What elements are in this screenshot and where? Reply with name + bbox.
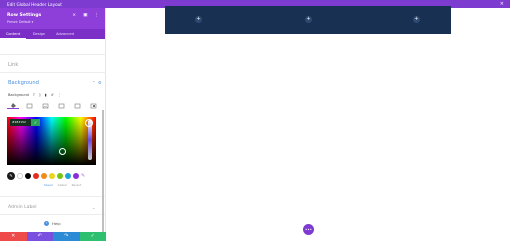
divider: [0, 72, 106, 73]
pattern-tab[interactable]: [71, 102, 83, 109]
help-icon[interactable]: ?: [33, 93, 35, 97]
panel-scrollbar[interactable]: [102, 110, 104, 234]
close-icon[interactable]: ×: [500, 1, 504, 7]
add-module-button[interactable]: +: [413, 16, 420, 23]
builder-menu-button[interactable]: •••: [303, 224, 314, 235]
opacity-handle[interactable]: [85, 119, 93, 127]
undo-button[interactable]: ↶: [26, 232, 53, 241]
gradient-tab[interactable]: [23, 102, 35, 109]
mask-tab[interactable]: [87, 102, 99, 109]
help-icon: ?: [44, 221, 49, 226]
tab-bar: Content Design Advanced: [0, 29, 105, 39]
more-options-icon[interactable]: ⋮: [94, 13, 99, 18]
chevron-down-icon[interactable]: ⌄: [92, 205, 95, 210]
tab-content[interactable]: Content: [0, 29, 26, 39]
add-module-button[interactable]: +: [195, 16, 202, 23]
header-row-canvas[interactable]: + + +: [165, 6, 451, 34]
swatch-green[interactable]: [57, 172, 63, 179]
panel-title: Row Settings: [7, 13, 42, 18]
gradient-icon: [26, 103, 32, 108]
background-section-label[interactable]: Background: [8, 80, 39, 86]
filter-saved[interactable]: Saved: [44, 183, 53, 187]
panel-header-icons: × ▣ ⋮: [72, 13, 99, 18]
settings-icon[interactable]: ⚙: [98, 80, 102, 85]
filter-recent[interactable]: Recent: [72, 183, 82, 187]
pencil-icon[interactable]: ✎: [81, 173, 85, 179]
color-picker[interactable]: #183152 ✓: [7, 117, 96, 165]
background-control-row: Background ? ▯ ▮ ↺ ⋮: [8, 93, 61, 97]
confirm-color-button[interactable]: ✓: [31, 119, 40, 126]
video-tab[interactable]: [55, 102, 67, 109]
mask-icon: [90, 103, 96, 108]
admin-label-section[interactable]: Admin Label: [8, 205, 37, 210]
save-button[interactable]: ✓: [79, 232, 106, 241]
panel-header: Row Settings Preset: Default ▾ × ▣ ⋮: [0, 8, 105, 29]
background-label: Background: [8, 93, 29, 97]
background-type-tabs: [7, 102, 99, 110]
expand-icon[interactable]: ▣: [83, 13, 87, 18]
color-tab[interactable]: [7, 102, 19, 109]
video-icon: [58, 103, 64, 108]
more-icon[interactable]: ⋮: [58, 93, 62, 97]
eyedropper-icon[interactable]: ✎: [7, 171, 15, 180]
chevron-up-icon[interactable]: ⌃: [92, 80, 95, 85]
discard-button[interactable]: ✕: [0, 232, 27, 241]
swatch-yellow[interactable]: [49, 172, 55, 179]
window-title: Edit Global Header Layout: [7, 1, 62, 7]
preset-selector[interactable]: Preset: Default ▾: [7, 20, 33, 24]
pattern-icon: [74, 103, 80, 108]
close-panel-icon[interactable]: ×: [72, 13, 76, 18]
tab-design[interactable]: Design: [26, 29, 52, 39]
panel-footer: ✕ ↶ ↷ ✓: [0, 232, 106, 241]
divider: [0, 196, 106, 197]
redo-button[interactable]: ↷: [53, 232, 80, 241]
swatch-orange[interactable]: [41, 172, 47, 179]
settings-panel: Row Settings Preset: Default ▾ × ▣ ⋮ Con…: [0, 8, 106, 234]
image-tab[interactable]: [39, 102, 51, 109]
help-label: Help: [52, 221, 61, 226]
desktop-icon[interactable]: ▯: [39, 93, 41, 97]
hover-icon[interactable]: ▮: [45, 93, 47, 97]
divider: [0, 214, 106, 215]
add-module-button[interactable]: +: [305, 16, 312, 23]
swatch-filters: Saved Global Recent: [44, 183, 81, 187]
tab-advanced[interactable]: Advanced: [52, 29, 78, 39]
filter-global[interactable]: Global: [58, 183, 67, 187]
swatch-white[interactable]: [17, 172, 23, 179]
divider: [0, 54, 106, 55]
paint-bucket-icon: [10, 103, 16, 108]
color-selector-handle[interactable]: [59, 148, 66, 155]
swatch-purple[interactable]: [73, 172, 79, 179]
reset-icon[interactable]: ↺: [51, 93, 54, 97]
link-section-label[interactable]: Link: [8, 62, 18, 68]
image-icon: [42, 103, 48, 108]
swatch-red[interactable]: [33, 172, 39, 179]
swatch-blue[interactable]: [65, 172, 71, 179]
help-link[interactable]: ? Help: [44, 221, 61, 226]
swatch-black[interactable]: [25, 172, 31, 179]
swatch-row: ✎ ✎: [7, 171, 99, 180]
